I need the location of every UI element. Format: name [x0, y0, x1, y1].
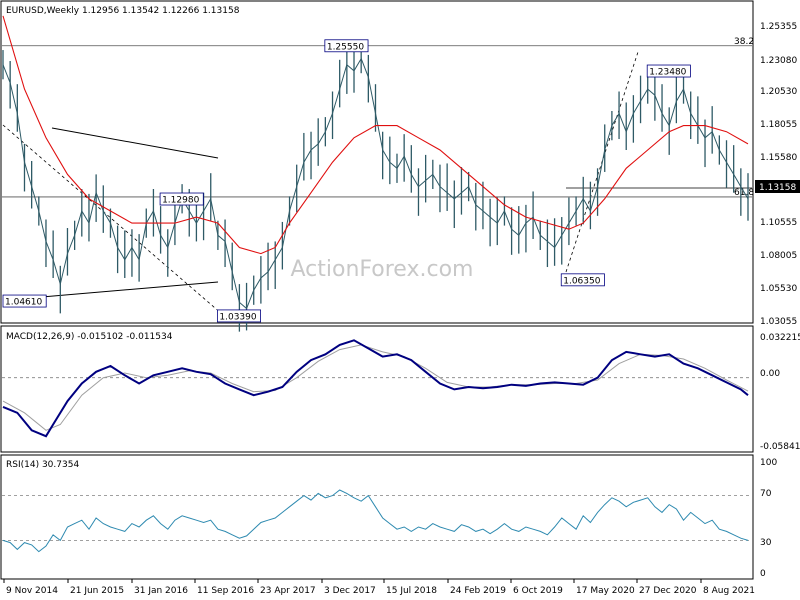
x-tick-label: 23 Apr 2017 [260, 586, 316, 596]
macd-tick: -0.058413 [760, 442, 800, 452]
price-tick: 1.15580 [760, 153, 797, 163]
macd-tick: 0.032215 [760, 333, 800, 343]
macd-tick: 0.00 [760, 369, 780, 379]
level-label: 1.23480 [649, 68, 686, 78]
rsi-tick: 100 [760, 458, 777, 468]
macd-panel-title: MACD(12,26,9) -0.015102 -0.011534 [6, 332, 173, 342]
watermark: ActionForex.com [291, 257, 474, 282]
chart-background [0, 0, 800, 600]
price-panel-title: EURUSD,Weekly 1.12956 1.13542 1.12266 1.… [6, 6, 240, 16]
price-tick: 1.25355 [760, 22, 797, 32]
x-tick-label: 27 Dec 2020 [639, 586, 697, 596]
x-tick-label: 6 Oct 2019 [513, 586, 563, 596]
level-label: 1.25550 [327, 42, 364, 52]
x-tick-label: 17 May 2020 [576, 586, 635, 596]
eurusd-weekly-chart: ActionForex.com EURUSD,Weekly 1.12956 1.… [0, 0, 800, 600]
rsi-panel-title: RSI(14) 30.7354 [6, 460, 79, 470]
rsi-tick: 0 [760, 569, 766, 579]
x-tick-label: 11 Sep 2016 [197, 586, 254, 596]
x-tick-label: 31 Jan 2016 [134, 586, 188, 596]
level-label: 1.06350 [563, 276, 600, 286]
price-tick: 1.20530 [760, 87, 797, 97]
current-price-label: 1.13158 [759, 183, 796, 193]
level-label: 1.12980 [162, 196, 199, 206]
x-tick-label: 9 Nov 2014 [6, 586, 58, 596]
price-tick: 1.10555 [760, 218, 797, 228]
price-tick: 1.05530 [760, 284, 797, 294]
rsi-tick: 70 [760, 489, 772, 499]
x-tick-label: 15 Jul 2018 [386, 586, 437, 596]
rsi-tick: 30 [760, 538, 772, 548]
fib-label: 38.2 [734, 37, 754, 47]
price-tick: 1.08005 [760, 251, 797, 261]
price-tick: 1.03055 [760, 317, 797, 327]
price-tick: 1.23080 [760, 56, 797, 66]
x-tick-label: 8 Aug 2021 [703, 586, 755, 596]
x-tick-label: 3 Dec 2017 [324, 586, 376, 596]
level-label: 1.03390 [219, 312, 256, 322]
level-label: 1.04610 [5, 298, 42, 308]
x-tick-label: 21 Jun 2015 [70, 586, 124, 596]
x-tick-label: 24 Feb 2019 [450, 586, 506, 596]
price-tick: 1.18055 [760, 120, 797, 130]
